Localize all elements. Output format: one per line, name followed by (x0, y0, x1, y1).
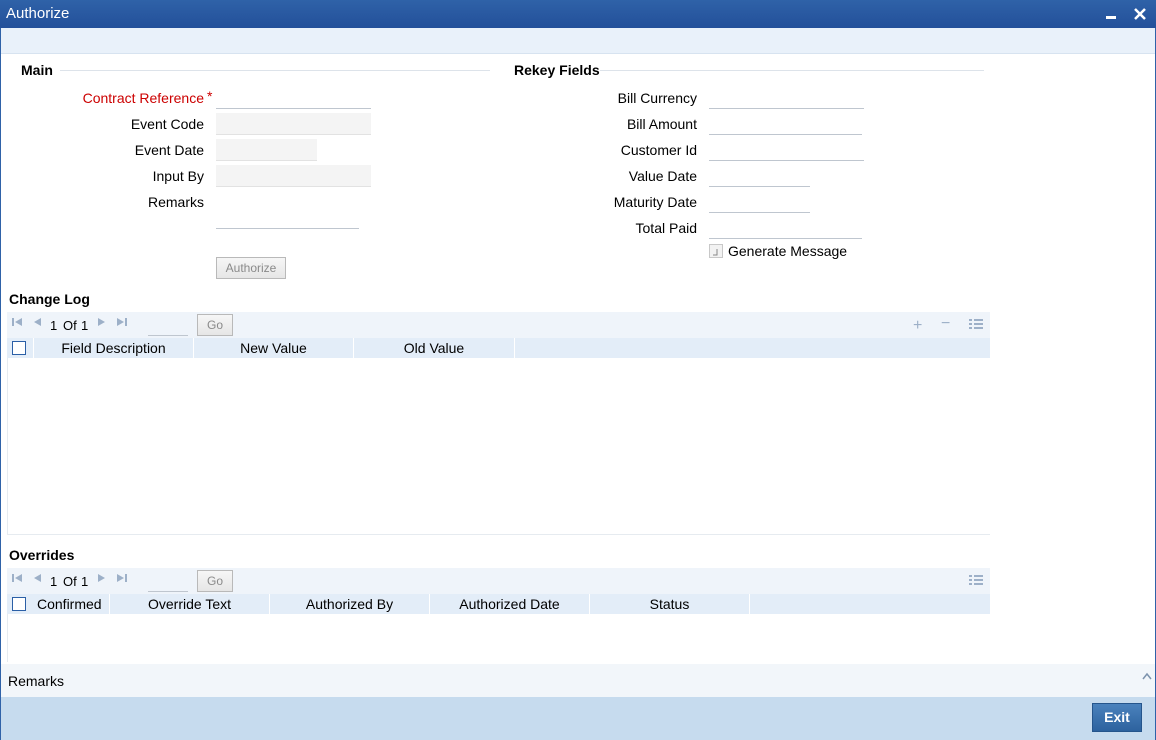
event-code-label: Event Code (130, 116, 204, 132)
first-page-icon[interactable] (11, 316, 23, 331)
change-log-title: Change Log (9, 291, 90, 307)
remarks-bar-label: Remarks (8, 673, 65, 689)
column-header[interactable]: Old Value (354, 338, 515, 358)
generate-message-label: Generate Message (728, 243, 848, 259)
page-total: 1 (81, 574, 89, 589)
maturity-date-label: Maturity Date (613, 194, 697, 210)
column-header[interactable]: Override Text (110, 594, 270, 614)
rekey-section-title: Rekey Fields (514, 62, 600, 78)
bill-currency-label: Bill Currency (617, 90, 697, 106)
overrides-body (7, 614, 990, 662)
overrides-pager: 1 Of 1 Go (7, 568, 990, 594)
page-of: Of (63, 318, 77, 333)
column-header[interactable]: Confirmed (37, 594, 102, 614)
exit-button[interactable]: Exit (1092, 703, 1142, 732)
footer (1, 697, 1155, 740)
maturity-date-field[interactable] (709, 191, 810, 213)
toolbar-strip (1, 28, 1155, 54)
select-all-checkbox[interactable] (12, 597, 26, 611)
page-current: 1 (50, 574, 58, 589)
checkbox-mark-icon (713, 249, 718, 256)
value-date-label: Value Date (628, 168, 697, 184)
value-date-field[interactable] (709, 165, 810, 187)
bill-currency-field[interactable] (709, 87, 864, 109)
delete-row-icon[interactable]: − (941, 315, 950, 333)
last-page-icon[interactable] (116, 316, 128, 331)
event-date-field[interactable] (216, 139, 317, 161)
page-number-input[interactable] (148, 314, 188, 336)
required-marker: * (207, 88, 213, 104)
page-total: 1 (81, 318, 89, 333)
column-header[interactable]: Authorized Date (430, 594, 590, 614)
page-current: 1 (50, 318, 58, 333)
select-all-checkbox[interactable] (12, 341, 26, 355)
last-page-icon[interactable] (116, 572, 128, 587)
add-row-icon[interactable]: + (913, 317, 922, 335)
previous-page-icon[interactable] (31, 572, 43, 587)
title-bar: Authorize (0, 0, 1156, 28)
bill-amount-field[interactable] (709, 113, 862, 135)
event-date-label: Event Date (134, 142, 204, 158)
next-page-icon[interactable] (96, 572, 108, 587)
change-log-pager: 1 Of 1 Go + − (7, 312, 990, 338)
page-number-input[interactable] (148, 570, 188, 592)
go-button[interactable]: Go (197, 314, 233, 336)
chevron-up-icon[interactable] (1141, 668, 1153, 684)
window-frame-left (0, 28, 1, 740)
first-page-icon[interactable] (11, 572, 23, 587)
window-title: Authorize (6, 5, 70, 22)
authorize-button[interactable]: Authorize (216, 257, 286, 279)
overrides-title: Overrides (9, 547, 75, 563)
generate-message-checkbox[interactable] (709, 244, 723, 258)
close-icon[interactable] (1130, 4, 1150, 24)
remarks-label: Remarks (147, 194, 204, 210)
main-section-divider (60, 70, 490, 71)
remarks-field[interactable] (216, 207, 359, 229)
customer-id-field[interactable] (709, 139, 864, 161)
contract-reference-field[interactable] (216, 87, 371, 109)
previous-page-icon[interactable] (31, 316, 43, 331)
customer-id-label: Customer Id (620, 142, 697, 158)
column-header[interactable]: Status (590, 594, 750, 614)
total-paid-label: Total Paid (635, 220, 697, 236)
column-header[interactable]: New Value (194, 338, 354, 358)
page-of: Of (63, 574, 77, 589)
total-paid-field[interactable] (709, 217, 862, 239)
input-by-label: Input By (152, 168, 204, 184)
rekey-section-divider (600, 70, 984, 71)
main-section-title: Main (21, 62, 53, 78)
event-code-field[interactable] (216, 113, 371, 135)
input-by-field[interactable] (216, 165, 371, 187)
single-view-icon[interactable] (969, 318, 983, 333)
single-view-icon[interactable] (969, 574, 983, 589)
change-log-body (7, 358, 990, 535)
minimize-icon[interactable] (1102, 4, 1122, 24)
column-header[interactable]: Field Description (34, 338, 194, 358)
go-button[interactable]: Go (197, 570, 233, 592)
select-all-cell (7, 338, 34, 358)
remarks-bar: Remarks (1, 664, 1155, 697)
next-page-icon[interactable] (96, 316, 108, 331)
contract-reference-label: Contract Reference (82, 90, 204, 106)
confirmed-column-cell: Confirmed (7, 594, 110, 614)
overrides-header: Confirmed Override Text Authorized By Au… (7, 594, 990, 614)
change-log-header: Field Description New Value Old Value (7, 338, 990, 358)
bill-amount-label: Bill Amount (626, 116, 697, 132)
column-header[interactable]: Authorized By (270, 594, 430, 614)
